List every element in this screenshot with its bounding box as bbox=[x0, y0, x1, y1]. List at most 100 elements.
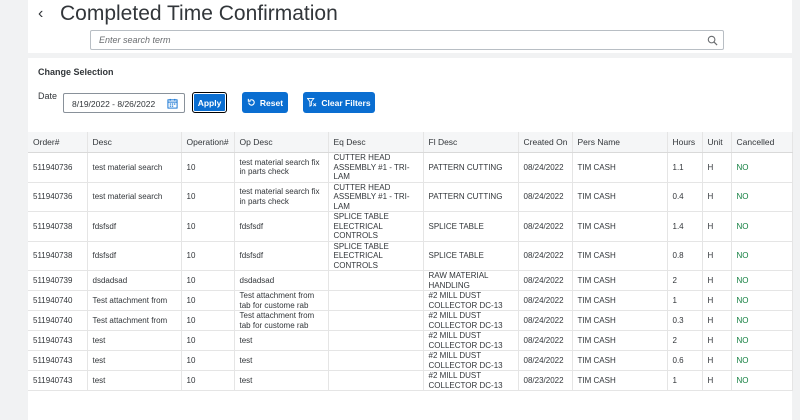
cell-eq-desc bbox=[328, 310, 424, 331]
cell-cancelled: NO bbox=[731, 290, 793, 311]
apply-button[interactable]: Apply bbox=[192, 92, 227, 113]
cell-fl-desc: RAW MATERIAL HANDLING bbox=[423, 270, 519, 291]
column-header-hours[interactable]: Hours bbox=[667, 132, 703, 153]
cell-operation: 10 bbox=[181, 182, 235, 212]
table-row[interactable]: 511940739 dsdadsad 10 dsdadsad RAW MATERIAL … bbox=[28, 270, 793, 291]
cell-op-desc: test bbox=[234, 350, 329, 371]
column-header-operation[interactable]: Operation# bbox=[181, 132, 235, 153]
cell-operation: 10 bbox=[181, 350, 235, 371]
column-header-created-on[interactable]: Created On bbox=[518, 132, 573, 153]
cell-op-desc: Test attachment from tab for custome rab bbox=[234, 310, 329, 331]
cell-fl-desc: PATTERN CUTTING bbox=[423, 152, 519, 183]
cell-hours: 1 bbox=[667, 370, 703, 391]
column-header-desc[interactable]: Desc bbox=[87, 132, 182, 153]
cell-hours: 0.4 bbox=[667, 182, 703, 212]
column-header-fl-desc[interactable]: Fl Desc bbox=[423, 132, 519, 153]
cell-op-desc: fdsfsdf bbox=[234, 211, 329, 242]
table-row[interactable]: 511940738 fdsfsdf 10 fdsfsdf SPLICE TABLE EL… bbox=[28, 211, 793, 242]
cell-order: 511940740 bbox=[28, 290, 88, 311]
cell-fl-desc: SPLICE TABLE bbox=[423, 211, 519, 242]
cell-cancelled: NO bbox=[731, 182, 793, 212]
table-row[interactable]: 511940738 fdsfsdf 10 fdsfsdf SPLICE TABLE EL… bbox=[28, 241, 793, 271]
reset-label: Reset bbox=[259, 97, 284, 108]
cell-cancelled: NO bbox=[731, 370, 793, 391]
cell-order: 511940740 bbox=[28, 310, 88, 331]
table-row[interactable]: 511940743 test 10 test #2 MILL DUST COLLECTO… bbox=[28, 370, 793, 391]
search-icon[interactable] bbox=[707, 35, 718, 46]
column-header-eq-desc[interactable]: Eq Desc bbox=[328, 132, 424, 153]
cell-fl-desc: #2 MILL DUST COLLECTOR DC-13 bbox=[423, 330, 519, 351]
search-placeholder: Enter search term bbox=[99, 35, 171, 45]
table-row[interactable]: 511940736 test material search 10 test mate… bbox=[28, 152, 793, 183]
reset-button[interactable]: Reset bbox=[242, 92, 288, 113]
clear-filters-button[interactable]: Clear Filters bbox=[303, 92, 375, 113]
cell-pers-name: TIM CASH bbox=[572, 350, 668, 371]
cell-created-on: 08/24/2022 bbox=[518, 241, 573, 271]
cell-created-on: 08/24/2022 bbox=[518, 270, 573, 291]
cell-op-desc: test material search fix in parts check bbox=[234, 182, 329, 212]
cell-fl-desc: #2 MILL DUST COLLECTOR DC-13 bbox=[423, 310, 519, 331]
cell-order: 511940743 bbox=[28, 330, 88, 351]
cell-cancelled: NO bbox=[731, 310, 793, 331]
table-row[interactable]: 511940740 Test attachment from 10 Test atta… bbox=[28, 290, 793, 311]
cell-created-on: 08/24/2022 bbox=[518, 330, 573, 351]
cell-hours: 2 bbox=[667, 270, 703, 291]
cell-order: 511940736 bbox=[28, 152, 88, 183]
cell-order: 511940743 bbox=[28, 370, 88, 391]
cell-op-desc: Test attachment from tab for custome rab bbox=[234, 290, 329, 311]
page-title: Completed Time Confirmation bbox=[60, 2, 338, 25]
cell-hours: 0.8 bbox=[667, 241, 703, 271]
cell-op-desc: test bbox=[234, 330, 329, 351]
cell-cancelled: NO bbox=[731, 152, 793, 183]
cell-hours: 1.4 bbox=[667, 211, 703, 242]
date-label: Date bbox=[38, 91, 58, 101]
cell-order: 511940738 bbox=[28, 211, 88, 242]
column-header-cancelled[interactable]: Cancelled bbox=[731, 132, 793, 153]
cell-desc: Test attachment from bbox=[87, 290, 182, 311]
cell-unit: H bbox=[702, 350, 732, 371]
column-header-order[interactable]: Order# bbox=[28, 132, 88, 153]
column-header-unit[interactable]: Unit bbox=[702, 132, 732, 153]
time-confirmation-table-container: Order# Desc Operation# Op Desc Eq Desc F… bbox=[28, 130, 793, 420]
apply-label: Apply bbox=[197, 97, 222, 108]
search-input[interactable]: Enter search term bbox=[90, 30, 724, 50]
calendar-icon[interactable] bbox=[167, 98, 178, 109]
cell-cancelled: NO bbox=[731, 270, 793, 291]
table-row[interactable]: 511940740 Test attachment from 10 Test atta… bbox=[28, 310, 793, 331]
date-range-field[interactable]: 8/19/2022 - 8/26/2022 bbox=[63, 93, 185, 113]
cell-unit: H bbox=[702, 152, 732, 183]
table-row[interactable]: 511940743 test 10 test #2 MILL DUST COLLECTO… bbox=[28, 330, 793, 351]
cell-hours: 0.3 bbox=[667, 310, 703, 331]
column-header-op-desc[interactable]: Op Desc bbox=[234, 132, 329, 153]
cell-op-desc: fdsfsdf bbox=[234, 241, 329, 271]
cell-created-on: 08/24/2022 bbox=[518, 310, 573, 331]
cell-cancelled: NO bbox=[731, 241, 793, 271]
cell-created-on: 08/23/2022 bbox=[518, 370, 573, 391]
table-row[interactable]: 511940736 test material search 10 test mate… bbox=[28, 182, 793, 212]
cell-order: 511940743 bbox=[28, 350, 88, 371]
table-header-row: Order# Desc Operation# Op Desc Eq Desc F… bbox=[28, 132, 793, 153]
cell-operation: 10 bbox=[181, 270, 235, 291]
cell-desc: test bbox=[87, 370, 182, 391]
cell-eq-desc: SPLICE TABLE ELECTRICAL CONTROLS bbox=[328, 211, 424, 242]
cell-unit: H bbox=[702, 241, 732, 271]
cell-op-desc: test material search fix in parts check bbox=[234, 152, 329, 183]
cell-cancelled: NO bbox=[731, 211, 793, 242]
cell-operation: 10 bbox=[181, 370, 235, 391]
cell-eq-desc: CUTTER HEAD ASSEMBLY #1 - TRI-LAM bbox=[328, 182, 424, 212]
cell-pers-name: TIM CASH bbox=[572, 270, 668, 291]
cell-pers-name: TIM CASH bbox=[572, 182, 668, 212]
cell-hours: 1.1 bbox=[667, 152, 703, 183]
column-header-pers-name[interactable]: Pers Name bbox=[572, 132, 668, 153]
cell-eq-desc bbox=[328, 370, 424, 391]
cell-unit: H bbox=[702, 370, 732, 391]
back-chevron-icon[interactable]: ‹ bbox=[38, 5, 43, 23]
cell-desc: test bbox=[87, 350, 182, 371]
cell-unit: H bbox=[702, 330, 732, 351]
table-row[interactable]: 511940743 test 10 test #2 MILL DUST COLLECTO… bbox=[28, 350, 793, 371]
cell-operation: 10 bbox=[181, 152, 235, 183]
cell-op-desc: dsdadsad bbox=[234, 270, 329, 291]
cell-created-on: 08/24/2022 bbox=[518, 211, 573, 242]
cell-cancelled: NO bbox=[731, 330, 793, 351]
cell-operation: 10 bbox=[181, 290, 235, 311]
